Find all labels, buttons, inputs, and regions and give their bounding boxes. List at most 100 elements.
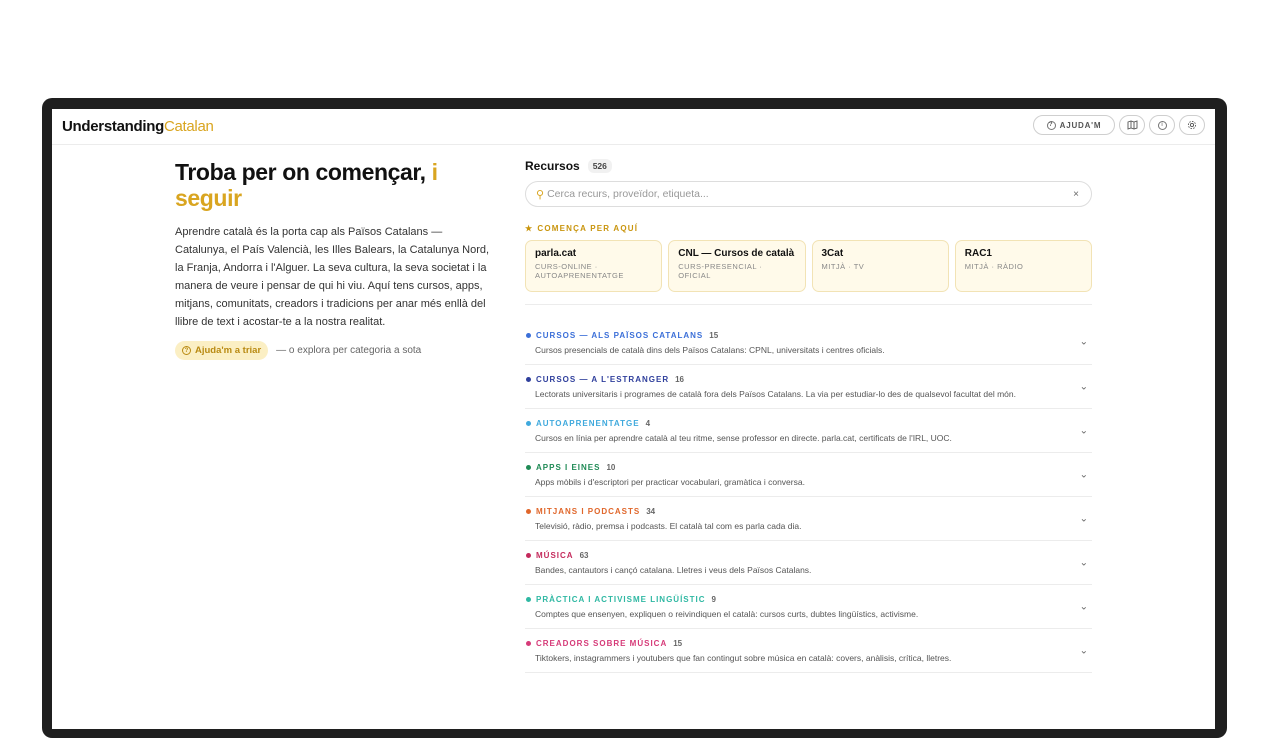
search-icon: ⚲ (536, 188, 545, 201)
start-card[interactable]: RAC1 MITJÀ · RÀDIO (954, 240, 1092, 292)
search-input[interactable]: Cerca recurs, proveïdor, etiqueta... (547, 188, 1073, 200)
category-header: MÚSICA 63 (526, 551, 1062, 560)
category-description: Televisió, ràdio, premsa i podcasts. El … (535, 521, 802, 531)
map-button[interactable] (1119, 115, 1145, 135)
hero-cta-row: ? Ajuda'm a triar — o explora per catego… (175, 341, 495, 360)
category-item[interactable]: CURSOS — A L'ESTRANGER 16 Lectorats univ… (525, 365, 1092, 409)
category-item[interactable]: MITJANS I PODCASTS 34 Televisió, ràdio, … (525, 497, 1092, 541)
hero-title-main: Troba per on començar, (175, 159, 426, 185)
category-header: PRÀCTICA I ACTIVISME LINGÜÍSTIC 9 (526, 595, 1062, 604)
category-name: CURSOS — ALS PAÏSOS CATALANS (536, 331, 704, 340)
category-description: Cursos en línia per aprendre català al t… (535, 433, 952, 443)
start-card[interactable]: 3Cat MITJÀ · TV (811, 240, 949, 292)
start-card-name: RAC1 (964, 248, 992, 259)
cta-hint: — o explora per categoria a sota (276, 345, 422, 356)
logo-light: Catalan (163, 118, 214, 135)
category-item[interactable]: AUTOAPRENENTATGE 4 Cursos en línia per a… (525, 409, 1092, 453)
category-header: CREADORS SOBRE MÚSICA 15 (526, 639, 1062, 648)
category-name: MÚSICA (536, 551, 574, 560)
help-circle-icon: ? (1046, 120, 1056, 130)
resources-title: Recursos (525, 159, 580, 173)
category-dot (526, 421, 531, 426)
category-dot (526, 333, 531, 338)
chevron-down-icon[interactable]: ⌄ (1080, 601, 1088, 612)
help-choose-label: Ajuda'm a triar (195, 345, 262, 356)
hero-title-accent-2: seguir (175, 185, 242, 211)
start-card[interactable]: CNL — Cursos de català CURS-PRESENCIAL ·… (668, 240, 806, 292)
category-name: MITJANS I PODCASTS (536, 507, 641, 516)
category-item[interactable]: CURSOS — ALS PAÏSOS CATALANS 15 Cursos p… (525, 319, 1092, 365)
start-card-tag: CURS-ONLINE · AUTOAPRENENTATGE (535, 262, 624, 280)
category-description: Tiktokers, instagrammers i youtubers que… (535, 653, 952, 663)
help-button[interactable]: ? AJUDA'M (1033, 115, 1115, 135)
clear-search-button[interactable]: × (1073, 189, 1079, 200)
category-dot (526, 465, 531, 470)
app-screen: UnderstandingCatalan ? AJUDA'M i Troba p… (52, 109, 1215, 729)
start-card[interactable]: parla.cat CURS-ONLINE · AUTOAPRENENTATGE (525, 240, 663, 292)
category-description: Cursos presencials de català dins dels P… (535, 345, 885, 355)
resources-header: Recursos 526 (525, 159, 1092, 173)
category-item[interactable]: CREADORS SOBRE MÚSICA 15 Tiktokers, inst… (525, 629, 1092, 673)
category-description: Comptes que ensenyen, expliquen o reivin… (535, 609, 919, 619)
category-list: CURSOS — ALS PAÏSOS CATALANS 15 Cursos p… (525, 319, 1092, 673)
start-cards: parla.cat CURS-ONLINE · AUTOAPRENENTATGE… (525, 240, 1092, 292)
category-item[interactable]: APPS I EINES 10 Apps mòbils i d'escripto… (525, 453, 1092, 497)
chevron-down-icon[interactable]: ⌄ (1080, 425, 1088, 436)
category-dot (526, 509, 531, 514)
hero-description: Aprendre català és la porta cap als Païs… (175, 226, 490, 328)
info-button[interactable]: i (1149, 115, 1175, 135)
category-header: CURSOS — A L'ESTRANGER 16 (526, 375, 1062, 384)
category-name: PRÀCTICA I ACTIVISME LINGÜÍSTIC (536, 595, 706, 604)
start-here-heading: ★ COMENÇA PER AQUÍ (525, 224, 1092, 233)
info-icon: i (1157, 120, 1167, 130)
resources-count-badge: 526 (587, 159, 612, 173)
category-dot (526, 553, 531, 558)
help-circle-icon: ? (182, 346, 191, 355)
settings-button[interactable] (1179, 115, 1205, 135)
category-count: 16 (675, 375, 684, 384)
category-header: MITJANS I PODCASTS 34 (526, 507, 1062, 516)
site-logo[interactable]: UnderstandingCatalan (62, 118, 214, 135)
category-count: 10 (606, 463, 616, 472)
category-header: APPS I EINES 10 (526, 463, 1062, 472)
search-box[interactable]: ⚲ Cerca recurs, proveïdor, etiqueta... × (525, 181, 1092, 207)
logo-bold: Understanding (62, 118, 164, 135)
category-dot (526, 377, 531, 382)
category-item[interactable]: MÚSICA 63 Bandes, cantautors i cançó cat… (525, 541, 1092, 585)
help-choose-button[interactable]: ? Ajuda'm a triar (175, 341, 269, 360)
divider (525, 304, 1092, 305)
chevron-down-icon[interactable]: ⌄ (1080, 513, 1088, 524)
category-name: CREADORS SOBRE MÚSICA (536, 639, 668, 648)
category-name: APPS I EINES (536, 463, 601, 472)
start-here-label: COMENÇA PER AQUÍ (537, 224, 639, 233)
category-description: Bandes, cantautors i cançó catalana. Lle… (535, 565, 812, 575)
category-count: 4 (645, 419, 651, 428)
category-count: 9 (711, 595, 716, 604)
category-count: 63 (579, 551, 589, 560)
start-card-tag: CURS-PRESENCIAL · OFICIAL (678, 262, 763, 280)
category-count: 15 (709, 331, 719, 340)
chevron-down-icon[interactable]: ⌄ (1080, 469, 1088, 480)
hero-section: Troba per on començar, i seguir Aprendre… (175, 159, 495, 360)
category-dot (526, 597, 531, 602)
chevron-down-icon[interactable]: ⌄ (1080, 381, 1088, 392)
header-actions: ? AJUDA'M i (1033, 115, 1205, 135)
top-bar: UnderstandingCatalan ? AJUDA'M i (52, 109, 1215, 145)
hero-title-accent-1: i (431, 159, 438, 185)
category-name: AUTOAPRENENTATGE (536, 419, 640, 428)
map-icon (1127, 120, 1137, 130)
category-description: Lectorats universitaris i programes de c… (535, 389, 1016, 399)
resources-section: Recursos 526 ⚲ Cerca recurs, proveïdor, … (525, 159, 1092, 673)
hero-title: Troba per on començar, i seguir (175, 159, 495, 211)
category-description: Apps mòbils i d'escriptori per practicar… (535, 477, 805, 487)
category-name: CURSOS — A L'ESTRANGER (536, 375, 670, 384)
start-card-name: parla.cat (535, 248, 577, 259)
category-dot (526, 641, 531, 646)
chevron-down-icon[interactable]: ⌄ (1080, 557, 1088, 568)
category-header: CURSOS — ALS PAÏSOS CATALANS 15 (526, 331, 1062, 340)
help-label: AJUDA'M (1059, 120, 1102, 130)
chevron-down-icon[interactable]: ⌄ (1080, 645, 1088, 656)
category-count: 15 (673, 639, 683, 648)
chevron-down-icon[interactable]: ⌄ (1080, 336, 1088, 347)
category-item[interactable]: PRÀCTICA I ACTIVISME LINGÜÍSTIC 9 Compte… (525, 585, 1092, 629)
